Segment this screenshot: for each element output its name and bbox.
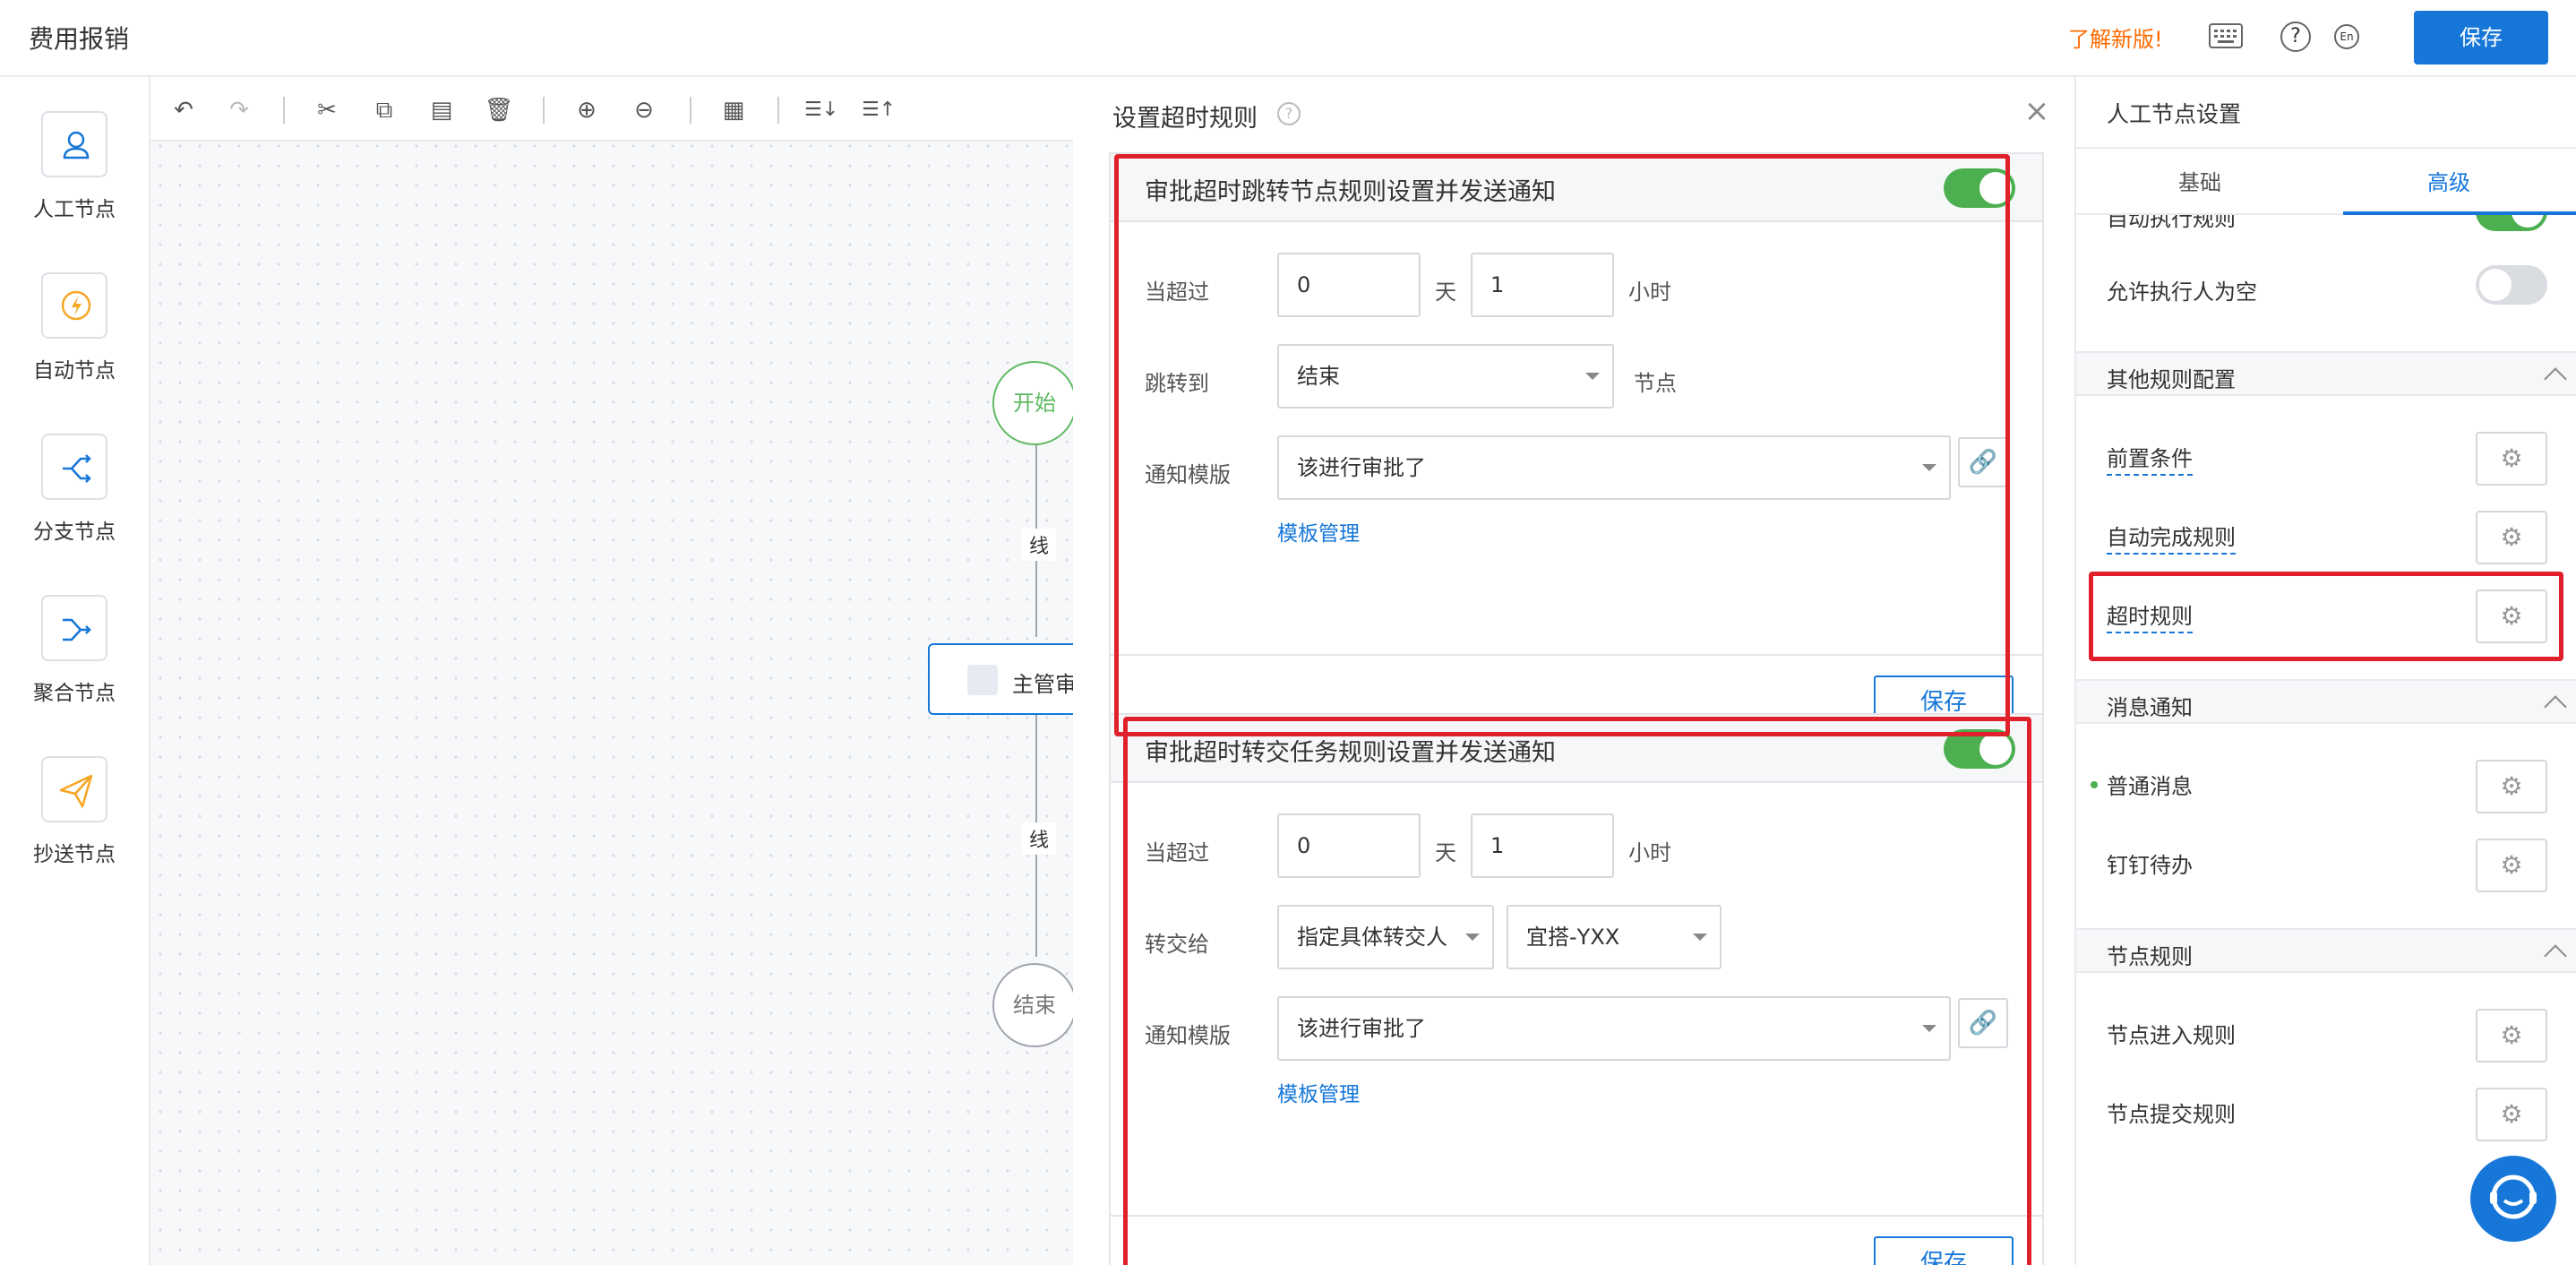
delete-icon[interactable]: 🗑 [484,95,514,125]
highlight-box [2089,572,2563,661]
merge-icon [41,595,107,661]
help-icon[interactable]: ? [2280,22,2311,52]
canvas-toolbar: ↶ ↷ ✂ ⧉ ▤ 🗑 ⊕ ⊖ ▦ ☰↓ ☰↑ [150,77,1073,142]
grid-icon[interactable]: ▦ [718,95,749,125]
header-save-button[interactable]: 保存 [2414,11,2548,65]
tab-basic[interactable]: 基础 [2178,165,2221,196]
app-title: 费用报销 [29,24,130,54]
top-header: 费用报销 了解新版! ? En 保存 [0,0,2576,77]
approval-node-label: 主管审 [1012,672,1077,697]
auto-exec-rule-label: 自动执行规则 [2107,215,2236,233]
tab-advanced[interactable]: 高级 [2427,165,2470,196]
node-settings-panel: 人工节点设置 基础 高级 自动执行规则 允许执行人为空 其他规则配置 前置条件 … [2076,77,2576,1265]
new-version-link[interactable]: 了解新版! [2068,22,2163,53]
palette-item-merge[interactable]: 聚合节点 [0,595,149,706]
zoom-in-icon[interactable]: ⊕ [571,95,602,125]
support-chat-button[interactable] [2470,1156,2556,1242]
settings-tabs: 基础 高级 [2076,147,2576,215]
dialog-title: 设置超时规则 [1112,105,1258,133]
sort-up-icon[interactable]: ☰↑ [862,95,896,125]
start-node[interactable]: 开始 [992,361,1077,445]
sort-down-icon[interactable]: ☰↓ [804,95,838,125]
gear-icon[interactable]: ⚙ [2476,839,2547,892]
section-title: 节点规则 [2107,944,2193,969]
section-title: 其他规则配置 [2107,367,2236,392]
zoom-out-icon[interactable]: ⊖ [629,95,659,125]
undo-icon[interactable]: ↶ [168,95,199,125]
close-icon[interactable]: × [2022,96,2051,126]
partial-row: 自动执行规则 [2076,215,2576,233]
node-enter-rule-label: 节点进入规则 [2107,1023,2236,1048]
cut-icon[interactable]: ✂ [312,95,342,125]
normal-message-label: 普通消息 [2107,774,2193,799]
highlight-box [1123,717,2031,1265]
palette-item-auto[interactable]: 自动节点 [0,272,149,383]
palette-item-branch[interactable]: 分支节点 [0,434,149,545]
gear-icon[interactable]: ⚙ [2476,1088,2547,1141]
auto-exec-toggle[interactable] [2476,215,2547,231]
node-submit-rule-label: 节点提交规则 [2107,1102,2236,1127]
chat-icon [2490,1175,2537,1219]
edge-label: 线 [1022,529,1057,561]
help-icon[interactable]: ? [1277,102,1301,125]
palette-label: 人工节点 [33,198,116,221]
chevron-up-icon [2544,367,2567,391]
redo-icon[interactable]: ↷ [224,95,254,125]
keyboard-icon[interactable] [2209,23,2243,48]
dingtalk-todo-label: 钉钉待办 [2107,853,2193,878]
user-icon [41,111,107,177]
panel-title: 人工节点设置 [2107,101,2242,127]
section-other-rules[interactable]: 其他规则配置 [2076,351,2576,396]
send-icon [41,756,107,822]
gear-icon[interactable]: ⚙ [2476,511,2547,564]
highlight-box [1114,154,2010,736]
edge-label: 线 [1022,822,1057,855]
palette-label: 抄送节点 [33,843,116,866]
toolbar-divider [543,97,545,124]
section-node-rules[interactable]: 节点规则 [2076,928,2576,973]
lightning-icon [41,272,107,339]
copy-icon[interactable]: ⧉ [369,95,399,125]
status-dot [2091,781,2098,788]
allow-empty-label: 允许执行人为空 [2107,280,2257,305]
chevron-up-icon [2544,944,2567,968]
palette-item-cc[interactable]: 抄送节点 [0,756,149,867]
dialog-header: 设置超时规则 ? × [1073,77,2076,152]
allow-empty-toggle[interactable] [2476,265,2547,305]
palette-label: 自动节点 [33,359,116,383]
language-icon[interactable]: En [2334,24,2359,49]
node-palette: 人工节点 自动节点 分支节点 聚合节点 抄送节点 [0,77,150,1265]
paste-icon[interactable]: ▤ [426,95,457,125]
gear-icon[interactable]: ⚙ [2476,1009,2547,1063]
end-node[interactable]: 结束 [992,963,1077,1047]
section-message[interactable]: 消息通知 [2076,679,2576,724]
timeout-rule-dialog: 设置超时规则 ? × 审批超时跳转节点规则设置并发送通知 当超过 0 天 1 小… [1073,77,2076,1265]
toolbar-divider [283,97,285,124]
gear-icon[interactable]: ⚙ [2476,760,2547,813]
palette-label: 聚合节点 [33,682,116,705]
gear-icon[interactable]: ⚙ [2476,432,2547,486]
section-title: 消息通知 [2107,695,2193,720]
toolbar-divider [777,97,779,124]
auto-complete-label: 自动完成规则 [2107,520,2236,555]
palette-label: 分支节点 [33,521,116,544]
palette-item-manual[interactable]: 人工节点 [0,111,149,222]
branch-icon [41,434,107,500]
toolbar-divider [690,97,691,124]
user-icon [967,665,998,695]
chevron-up-icon [2544,695,2567,719]
precondition-label: 前置条件 [2107,441,2193,476]
